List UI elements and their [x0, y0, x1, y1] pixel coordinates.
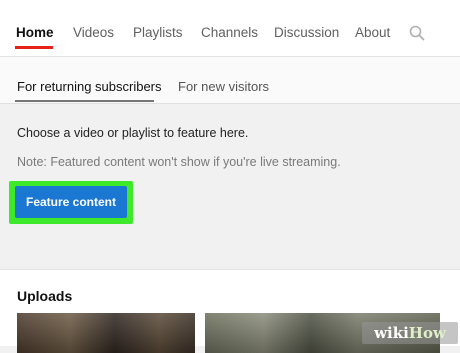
active-subtab-indicator: [15, 100, 154, 102]
wikihow-watermark: wiki How: [362, 322, 458, 344]
tab-discussion[interactable]: Discussion: [274, 25, 339, 40]
watermark-text-b: How: [408, 324, 446, 342]
active-tab-indicator: [15, 46, 53, 49]
subtab-new-visitors[interactable]: For new visitors: [178, 79, 269, 94]
search-icon[interactable]: [408, 24, 426, 42]
feature-content-button[interactable]: Feature content: [15, 186, 127, 218]
tab-videos[interactable]: Videos: [73, 25, 114, 40]
tab-playlists[interactable]: Playlists: [133, 25, 183, 40]
featured-note: Note: Featured content won't show if you…: [17, 155, 341, 169]
tab-channels[interactable]: Channels: [201, 25, 258, 40]
watermark-text-a: wiki: [374, 324, 409, 342]
featured-prompt: Choose a video or playlist to feature he…: [17, 126, 249, 140]
featured-content-panel: Choose a video or playlist to feature he…: [0, 104, 460, 269]
subtab-returning-subscribers[interactable]: For returning subscribers: [17, 79, 162, 94]
featured-subtabs: For returning subscribers For new visito…: [0, 57, 460, 104]
video-thumbnail[interactable]: [17, 313, 195, 353]
channel-nav-bar: Home Videos Playlists Channels Discussio…: [0, 0, 460, 57]
tab-about[interactable]: About: [355, 25, 390, 40]
tab-home[interactable]: Home: [16, 25, 54, 40]
uploads-heading: Uploads: [17, 288, 73, 304]
